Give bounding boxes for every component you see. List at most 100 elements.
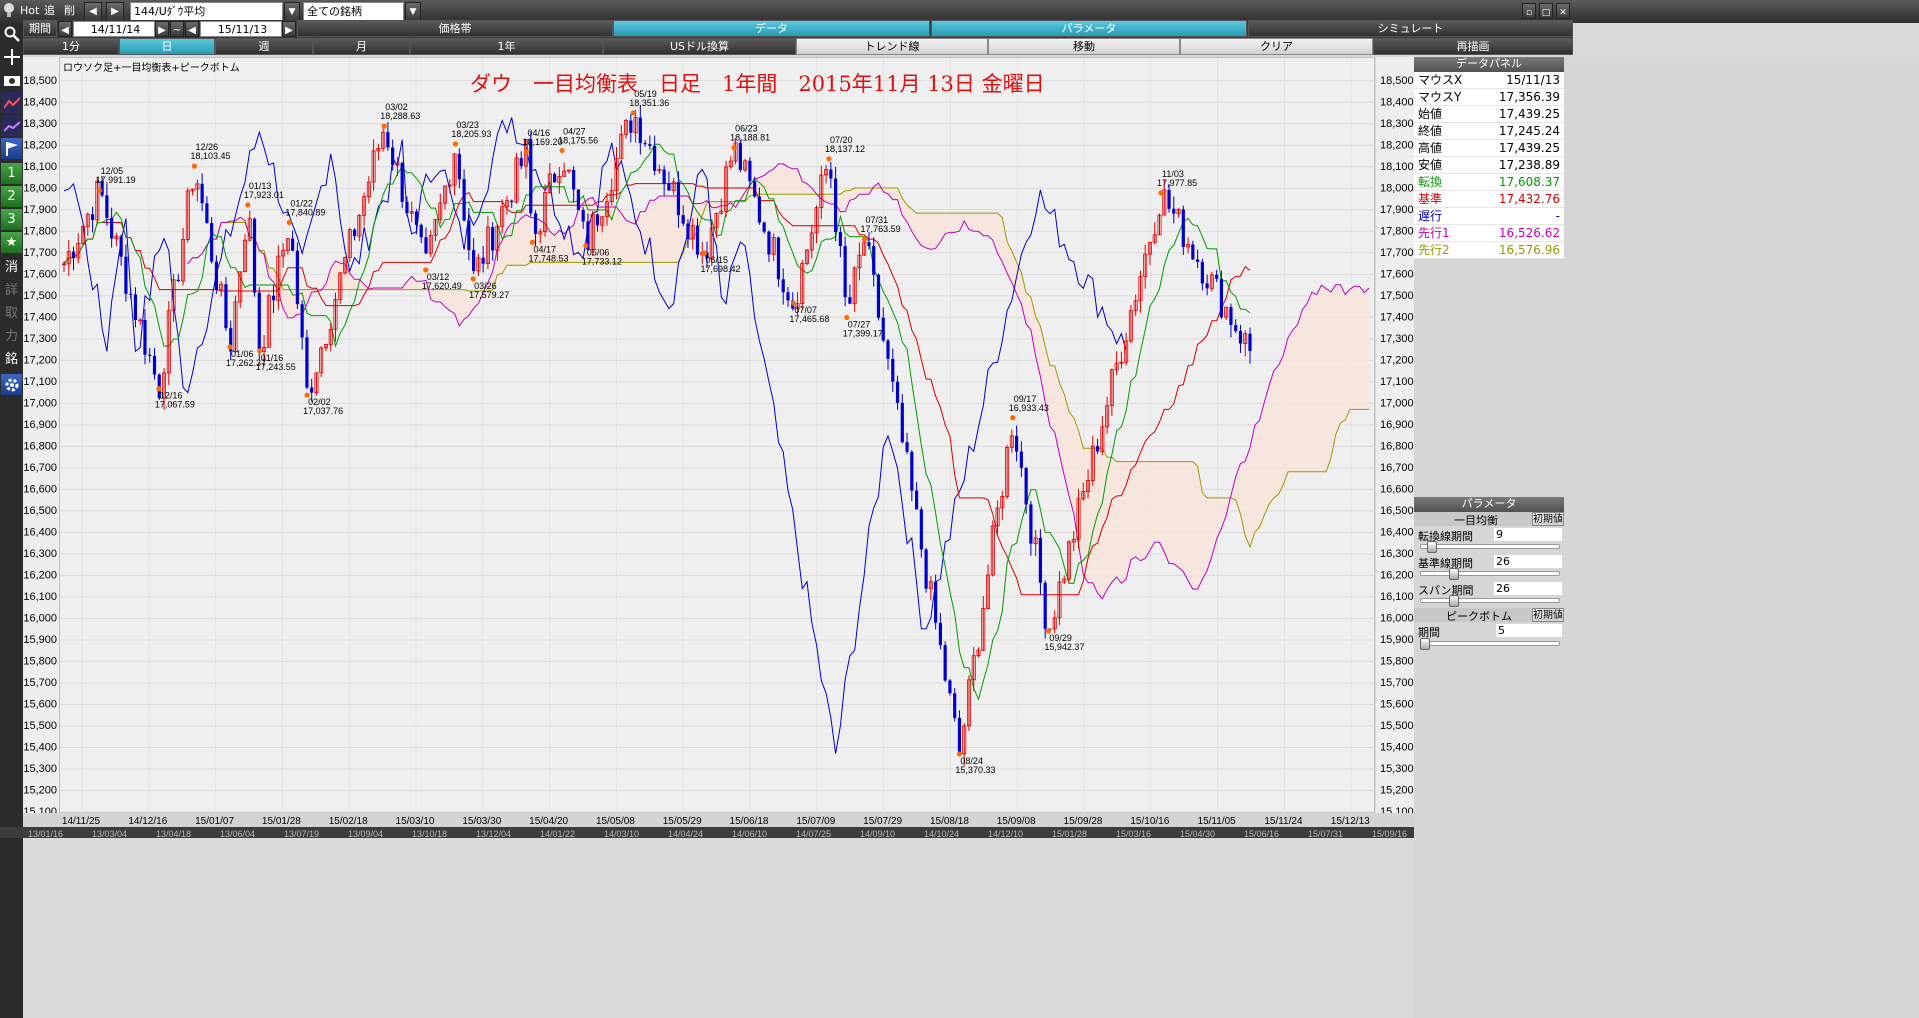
range-1year[interactable]: 1年: [410, 38, 603, 55]
window-min-icon[interactable]: ▫: [1522, 3, 1536, 19]
candle-body: [581, 210, 585, 222]
candle-body: [738, 142, 742, 170]
x-tick-label: 15/01/07: [195, 816, 234, 827]
y-tick-label: 15,500: [1380, 720, 1414, 732]
camera-icon[interactable]: [1, 69, 22, 90]
bulb-icon[interactable]: [3, 2, 15, 19]
tab-parameters[interactable]: パラメータ: [931, 20, 1247, 37]
crosshair-icon[interactable]: [1, 46, 22, 67]
ichimoku-reset-button[interactable]: 初期値: [1532, 512, 1564, 526]
interval-day[interactable]: 日: [119, 38, 215, 55]
usd-convert-button[interactable]: USドル換算: [603, 38, 796, 55]
param-value[interactable]: 26: [1494, 582, 1562, 595]
input-button[interactable]: 力: [1, 326, 22, 347]
peak-period-value[interactable]: 5: [1496, 624, 1562, 637]
date-to-input[interactable]: 15/11/13: [200, 21, 282, 37]
peak-marker: [861, 236, 868, 242]
param-value[interactable]: 9: [1494, 528, 1562, 541]
candle-body: [905, 442, 909, 452]
flag-icon[interactable]: [1, 138, 22, 159]
param-slider-knob[interactable]: [1448, 568, 1459, 580]
y-tick-label: 15,100: [23, 806, 57, 813]
stock-button[interactable]: 銘: [1, 349, 22, 370]
clear-button[interactable]: クリア: [1180, 38, 1373, 55]
date-from-prev-icon[interactable]: ◀: [58, 21, 72, 37]
param-slider[interactable]: [1420, 571, 1560, 576]
slot-3-button[interactable]: 3: [1, 209, 22, 230]
universe-dropdown-icon[interactable]: ▼: [405, 2, 421, 21]
candle-body: [1038, 537, 1043, 583]
candle-body: [1238, 331, 1243, 344]
date-from-input[interactable]: 14/11/14: [73, 21, 155, 37]
x-tick-label: 15/03/30: [462, 816, 501, 827]
interval-month[interactable]: 月: [313, 38, 410, 55]
window-close-icon[interactable]: ✕: [1556, 3, 1570, 19]
candle-body: [129, 293, 133, 295]
tab-data[interactable]: データ: [613, 20, 930, 37]
candle-body: [224, 284, 228, 329]
star-icon[interactable]: ★: [1, 232, 22, 253]
param-slider[interactable]: [1420, 544, 1560, 549]
detail-button[interactable]: 詳: [1, 280, 22, 301]
interval-week[interactable]: 週: [215, 38, 313, 55]
peak-value-label: 17,037.76: [303, 406, 343, 416]
candle-body: [110, 217, 114, 239]
param-item: スパン期間 26: [1414, 581, 1564, 608]
peak-marker: [1158, 190, 1164, 196]
redraw-button[interactable]: 再描画: [1373, 38, 1573, 55]
y-tick-label: 15,500: [23, 720, 57, 732]
universe-select[interactable]: 全ての銘柄: [303, 2, 404, 21]
hot-button[interactable]: Hot: [20, 0, 39, 22]
param-slider-knob[interactable]: [1426, 541, 1437, 553]
param-value[interactable]: 26: [1494, 555, 1562, 568]
overview-tick-label: 14/01/22: [540, 829, 575, 838]
param-slider-knob[interactable]: [1448, 595, 1459, 607]
slot-2-button[interactable]: 2: [1, 186, 22, 207]
peak-period-slider[interactable]: [1420, 641, 1560, 646]
candle-body: [305, 337, 309, 388]
next-arrow-icon[interactable]: ▶: [106, 2, 124, 21]
erase-button[interactable]: 消: [1, 257, 22, 278]
prev-arrow-icon[interactable]: ◀: [84, 2, 102, 21]
search-icon[interactable]: [1, 23, 22, 44]
date-to-next-icon[interactable]: ▶: [282, 21, 296, 37]
chart-icon[interactable]: [1, 92, 22, 113]
chart2-icon[interactable]: [1, 115, 22, 136]
peak-marker: [381, 123, 387, 129]
date-to-prev-icon[interactable]: ◀: [185, 21, 199, 37]
symbol-dropdown-icon[interactable]: ▼: [284, 2, 300, 21]
y-tick-label: 17,100: [1380, 376, 1414, 388]
y-axis-right: 15,100 15,200 15,300 15,400 15,500 15,600 15,7…: [1376, 57, 1414, 818]
peak-period-slider-knob[interactable]: [1420, 638, 1430, 650]
symbol-input[interactable]: 144/Uﾀﾞｳ平均: [130, 2, 283, 21]
chart-area[interactable]: 12/05 17,991.19 12/16 17,067.59 12/26 18,103.…: [59, 57, 1376, 814]
chart-title: ダウ 一目均衡表 日足 1年間 2015年11月 13日 金曜日: [470, 72, 1045, 96]
delete-button[interactable]: 削: [64, 0, 75, 22]
y-tick-label: 17,600: [1380, 268, 1414, 280]
slot-1-button[interactable]: 1: [1, 163, 22, 184]
y-tick-label: 17,000: [1380, 397, 1414, 409]
y-tick-label: 17,700: [1380, 247, 1414, 259]
y-tick-label: 17,100: [23, 376, 57, 388]
date-from-next-icon[interactable]: ▶: [155, 21, 169, 37]
trendline-button[interactable]: トレンド線: [796, 38, 988, 55]
y-tick-label: 16,200: [1380, 569, 1414, 581]
peak-reset-button[interactable]: 初期値: [1532, 608, 1564, 622]
tab-price-band[interactable]: 価格帯: [297, 20, 613, 37]
window-max-icon[interactable]: □: [1539, 3, 1553, 19]
trade-button[interactable]: 取: [1, 303, 22, 324]
x-tick-label: 15/09/28: [1064, 816, 1103, 827]
interval-1min[interactable]: 1分: [23, 38, 119, 55]
tab-simulate[interactable]: シミュレート: [1248, 20, 1573, 37]
candle-body: [895, 381, 900, 403]
param-slider[interactable]: [1420, 598, 1560, 603]
add-button[interactable]: 追: [44, 0, 55, 22]
candle-body: [876, 274, 881, 318]
candle-body: [352, 229, 357, 237]
gear-icon[interactable]: [1, 374, 22, 395]
peak-value-label: 17,399.17: [843, 329, 883, 339]
move-button[interactable]: 移動: [988, 38, 1180, 55]
candle-body: [300, 304, 304, 338]
candle-body: [1219, 278, 1224, 318]
overview-tick-label: 15/01/28: [1052, 829, 1087, 838]
